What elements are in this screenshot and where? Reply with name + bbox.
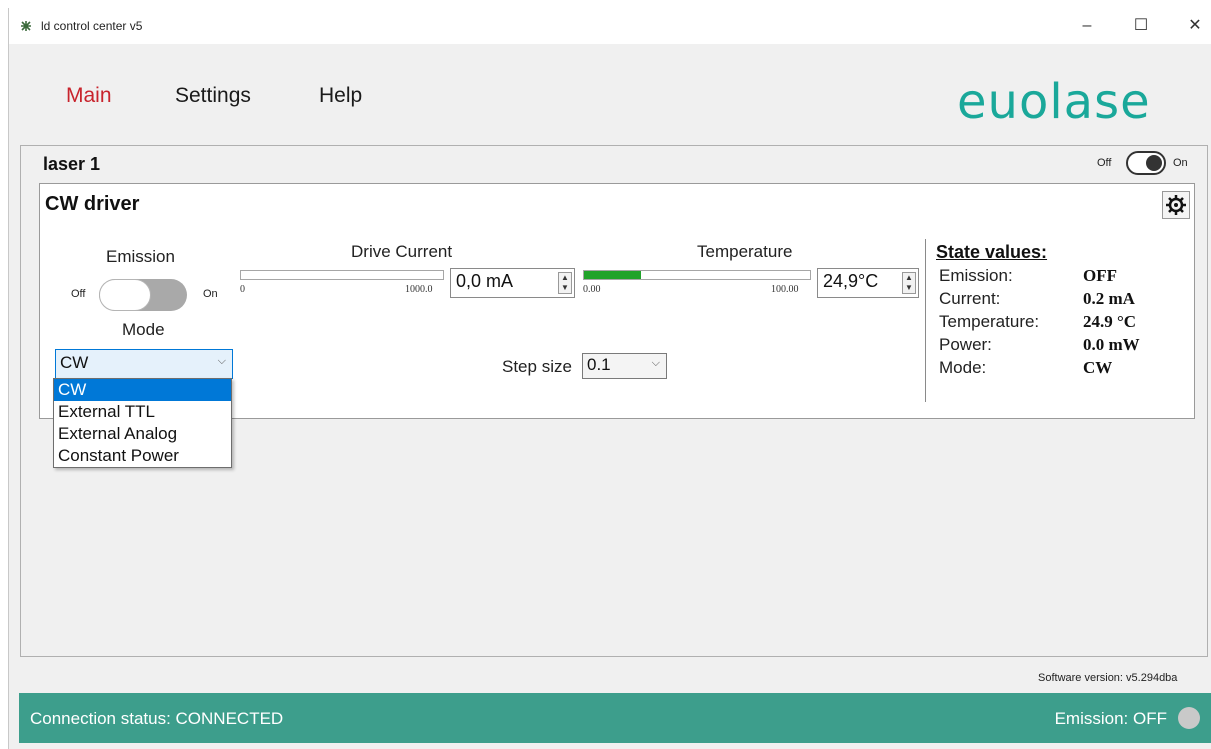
step-size-label: Step size	[502, 357, 572, 376]
title-bar: ld control center v5 – ☐ ✕	[9, 8, 1211, 44]
emission-toggle-knob	[99, 279, 151, 311]
temperature-fill	[584, 271, 641, 279]
mode-dropdown-list: CW External TTL External Analog Constant…	[53, 378, 232, 468]
chevron-down-icon: ⌵	[217, 355, 226, 367]
cw-driver-title: CW driver	[45, 193, 140, 215]
minimize-button[interactable]: –	[1075, 14, 1099, 38]
settings-gear-button[interactable]	[1162, 191, 1190, 219]
step-size-select[interactable]: 0.1 ⌵	[582, 353, 667, 379]
state-label-power: Power:	[939, 335, 992, 354]
close-button[interactable]: ✕	[1183, 14, 1207, 38]
state-label-mode: Mode:	[939, 358, 987, 377]
menu-help[interactable]: Help	[319, 84, 362, 108]
drive-current-max: 1000.0	[405, 284, 433, 295]
drive-current-spinbox[interactable]: 0,0 mA ▲ ▼	[450, 268, 575, 298]
emission-off-label: Off	[71, 288, 86, 300]
spin-arrows-icon[interactable]: ▲ ▼	[558, 272, 572, 294]
status-bar: Connection status: CONNECTED Emission: O…	[19, 693, 1211, 743]
emission-status: Emission: OFF	[1054, 709, 1167, 728]
spin-arrows-icon[interactable]: ▲ ▼	[902, 272, 916, 294]
temperature-label: Temperature	[697, 242, 793, 261]
maximize-button[interactable]: ☐	[1129, 14, 1153, 38]
laser-toggle-off-label: Off	[1097, 157, 1112, 169]
dropdown-option-external-ttl[interactable]: External TTL	[54, 401, 231, 423]
state-value-current: 0.2 mA	[1083, 289, 1135, 308]
emission-indicator-icon	[1178, 707, 1200, 729]
emission-toggle[interactable]	[99, 279, 187, 311]
mode-select[interactable]: CW ⌵	[55, 349, 233, 379]
drive-current-min: 0	[240, 284, 245, 295]
state-label-temperature: Temperature:	[939, 312, 1040, 331]
state-value-temperature: 24.9 °C	[1083, 312, 1137, 331]
state-value-mode: CW	[1083, 358, 1113, 377]
laser-title: laser 1	[43, 154, 101, 174]
menu-settings[interactable]: Settings	[175, 84, 251, 108]
toggle-knob	[1146, 155, 1162, 171]
mode-label: Mode	[122, 320, 165, 339]
temperature-spinbox[interactable]: 24,9°C ▲ ▼	[817, 268, 919, 298]
mode-select-value: CW	[60, 353, 89, 372]
laser-toggle-on-label: On	[1173, 157, 1188, 169]
divider	[925, 239, 926, 402]
software-version: Software version: v5.294dba	[1038, 672, 1178, 684]
dropdown-option-constant-power[interactable]: Constant Power	[54, 445, 231, 467]
state-values-heading: State values:	[936, 242, 1048, 262]
temperature-min: 0.00	[583, 284, 601, 295]
temperature-bar	[583, 270, 811, 280]
step-size-value: 0.1	[587, 355, 611, 374]
temperature-value: 24,9°C	[823, 271, 879, 291]
menu-main[interactable]: Main	[66, 84, 112, 108]
state-value-power: 0.0 mW	[1083, 335, 1140, 354]
emission-on-label: On	[203, 288, 218, 300]
state-value-emission: OFF	[1083, 266, 1117, 285]
laser-power-toggle[interactable]	[1126, 151, 1166, 175]
dropdown-option-external-analog[interactable]: External Analog	[54, 423, 231, 445]
chevron-down-icon: ⌵	[651, 357, 660, 369]
brand-logo: euolase	[957, 74, 1151, 130]
drive-current-slider[interactable]	[240, 270, 444, 280]
temperature-max: 100.00	[771, 284, 799, 295]
drive-current-label: Drive Current	[351, 242, 453, 261]
window-title: ld control center v5	[41, 19, 143, 33]
gear-icon	[1166, 195, 1186, 215]
app-icon	[21, 21, 31, 31]
connection-status: Connection status: CONNECTED	[30, 709, 284, 728]
dropdown-option-cw[interactable]: CW	[54, 379, 231, 401]
state-label-current: Current:	[939, 289, 1001, 308]
state-label-emission: Emission:	[939, 266, 1013, 285]
drive-current-value: 0,0 mA	[456, 271, 514, 291]
emission-label: Emission	[106, 247, 175, 266]
